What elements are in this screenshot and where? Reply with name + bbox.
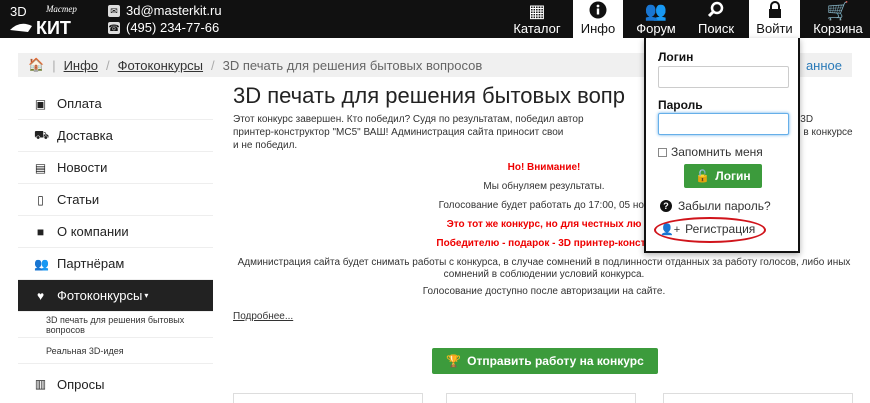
nav-search[interactable]: Поиск	[691, 0, 741, 38]
email-icon: ✉	[108, 4, 120, 17]
remember-me-label: Запомнить меня	[671, 145, 763, 159]
sidebar-item-label: Партнёрам	[57, 256, 125, 271]
sidebar-item-label: О компании	[57, 224, 129, 239]
home-icon[interactable]: 🏠	[28, 57, 44, 73]
sidebar-item-label: Оплата	[57, 96, 102, 111]
password-label: Пароль	[658, 98, 703, 112]
forgot-password-label: Забыли пароль?	[678, 199, 771, 213]
sidebar-item-label: Доставка	[57, 128, 113, 143]
phone-icon: ☎	[108, 21, 120, 34]
sidebar-subitem-real-3d-idea[interactable]: Реальная 3D-идея	[18, 338, 213, 364]
nav-cart[interactable]: 🛒 Корзина	[807, 0, 869, 38]
admin-note-text: Администрация сайта будет снимать работы…	[237, 257, 851, 280]
newspaper-icon: ▤	[34, 160, 47, 175]
nav-cart-label: Корзина	[813, 21, 863, 36]
users-icon: 👥	[34, 256, 49, 271]
more-link[interactable]: Подробнее...	[233, 311, 293, 322]
nav-forum-label: Форум	[636, 21, 676, 36]
unlock-icon: 🔓	[695, 169, 711, 183]
sidebar: ▣ Оплата ⛟ Доставка ▤ Новости ▯ Статьи ■…	[18, 88, 213, 400]
nav-forum[interactable]: 👥 Форум	[630, 0, 682, 38]
top-header: 3D Мастер КИТ ✉ 3d@masterkit.ru ☎ (495) …	[0, 0, 870, 38]
truck-icon: ⛟	[34, 127, 50, 142]
money-icon: ▣	[34, 96, 47, 111]
email-text[interactable]: 3d@masterkit.ru	[126, 2, 222, 19]
sidebar-item-articles[interactable]: ▯ Статьи	[18, 184, 213, 216]
sidebar-item-label: Фотоконкурсы	[57, 288, 143, 303]
sidebar-item-partners[interactable]: 👥 Партнёрам	[18, 248, 213, 280]
site-logo[interactable]: 3D Мастер КИТ	[8, 2, 98, 38]
info-icon	[589, 1, 607, 21]
login-input[interactable]	[658, 66, 789, 88]
cart-icon: 🛒	[826, 1, 850, 21]
nav-search-label: Поиск	[697, 21, 735, 36]
entry-card[interactable]	[446, 393, 636, 403]
password-input[interactable]	[658, 113, 789, 135]
svg-text:КИТ: КИТ	[36, 18, 71, 36]
login-submit-label: Логин	[715, 169, 751, 183]
nav-login-label: Войти	[756, 21, 793, 36]
breadcrumb-separator: /	[211, 57, 215, 73]
nav-info[interactable]: Инфо	[573, 0, 623, 38]
svg-text:Мастер: Мастер	[45, 4, 77, 14]
lock-icon	[767, 1, 783, 21]
login-label: Логин	[658, 50, 694, 64]
sidebar-item-label: Опросы	[57, 376, 105, 392]
sidebar-item-photocontests[interactable]: ♥ Фотоконкурсы ▾	[18, 280, 213, 312]
sidebar-subitem-3d-print[interactable]: 3D печать для решения бытовых вопросов	[18, 312, 213, 338]
breadcrumb-separator: /	[106, 57, 110, 73]
grid-icon: ▦	[528, 1, 546, 21]
login-submit-button[interactable]: 🔓 Логин	[684, 164, 762, 188]
contact-info: ✉ 3d@masterkit.ru ☎ (495) 234-77-66	[108, 2, 222, 36]
sidebar-item-label: Статьи	[57, 192, 100, 207]
forgot-password-link[interactable]: ? Забыли пароль?	[660, 199, 771, 213]
nav-info-label: Инфо	[580, 21, 616, 36]
trophy-icon: 🏆	[446, 354, 462, 368]
entry-card[interactable]	[233, 393, 423, 403]
caret-down-icon: ▾	[144, 291, 149, 300]
nav-catalog[interactable]: ▦ Каталог	[510, 0, 564, 38]
send-work-button[interactable]: 🏆 Отправить работу на конкурс	[432, 348, 658, 374]
bar-chart-icon: ▥	[34, 377, 47, 391]
sidebar-item-delivery[interactable]: ⛟ Доставка	[18, 120, 213, 152]
breadcrumb-photocontests[interactable]: Фотоконкурсы	[118, 58, 203, 73]
login-dropdown: Логин Пароль Запомнить меня 🔓 Логин ? За…	[644, 38, 800, 253]
send-work-label: Отправить работу на конкурс	[467, 354, 644, 368]
sidebar-item-label: Новости	[57, 160, 108, 175]
users-icon: 👥	[644, 1, 668, 21]
sidebar-item-payment[interactable]: ▣ Оплата	[18, 88, 213, 120]
breadcrumb-separator: |	[52, 57, 56, 73]
breadcrumb-current: 3D печать для решения бытовых вопросов	[222, 57, 483, 73]
breadcrumb-right-link[interactable]: анное	[806, 58, 842, 73]
nav-login[interactable]: Войти	[749, 0, 800, 38]
remember-me-checkbox[interactable]: Запомнить меня	[658, 145, 763, 159]
breadcrumb-info[interactable]: Инфо	[64, 58, 98, 73]
entry-card[interactable]	[663, 393, 853, 403]
nav-catalog-label: Каталог	[513, 21, 561, 36]
sidebar-item-news[interactable]: ▤ Новости	[18, 152, 213, 184]
svg-text:3D: 3D	[10, 4, 27, 19]
register-highlight-oval	[654, 217, 766, 243]
sidebar-item-about[interactable]: ■ О компании	[18, 216, 213, 248]
auth-note-text: Голосование доступно после авторизации н…	[422, 286, 666, 297]
logo-image: 3D Мастер КИТ	[10, 4, 77, 38]
question-icon: ?	[660, 200, 672, 212]
search-icon	[707, 1, 725, 21]
heart-icon: ♥	[36, 288, 45, 303]
document-icon: ▯	[37, 192, 44, 207]
phone-text[interactable]: (495) 234-77-66	[126, 19, 219, 36]
checkbox-box[interactable]	[658, 147, 667, 157]
entries-grid	[233, 393, 855, 403]
sidebar-item-polls[interactable]: ▥ Опросы	[18, 368, 213, 400]
briefcase-icon: ■	[36, 224, 45, 239]
